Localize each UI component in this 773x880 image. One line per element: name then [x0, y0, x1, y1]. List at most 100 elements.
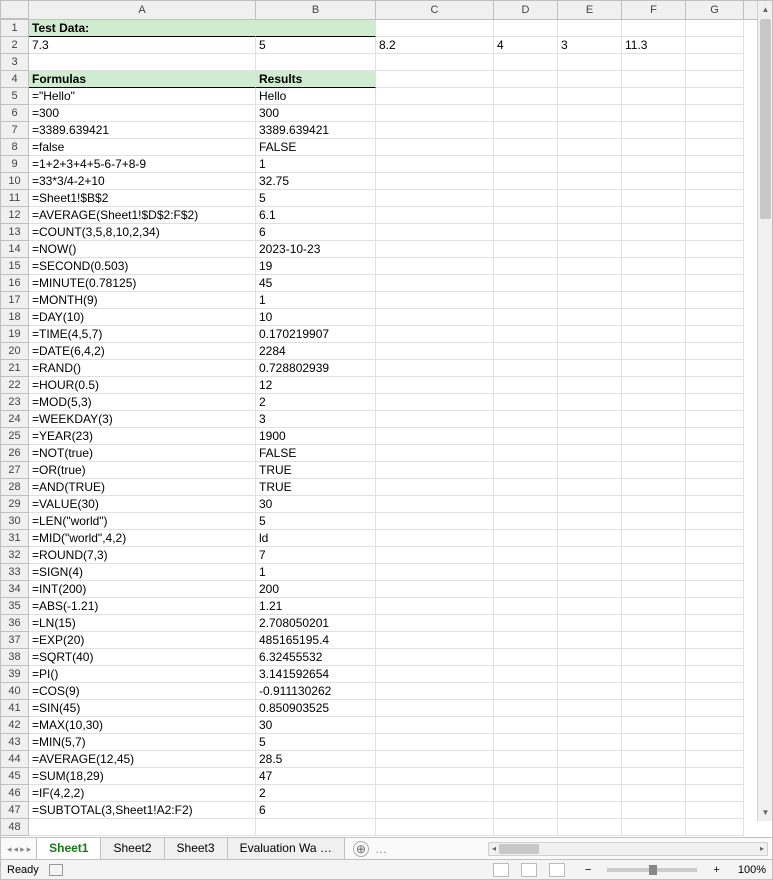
add-sheet-button[interactable]: ⊕ [353, 841, 369, 857]
cell-G42[interactable] [686, 717, 744, 734]
cell-D18[interactable] [494, 309, 558, 326]
cell-B7[interactable]: 3389.639421 [256, 122, 376, 139]
cell-E9[interactable] [558, 156, 622, 173]
cell-B17[interactable]: 1 [256, 292, 376, 309]
cell-F24[interactable] [622, 411, 686, 428]
more-tabs-icon[interactable]: … [375, 842, 387, 856]
row-header-42[interactable]: 42 [1, 717, 29, 734]
cell-B44[interactable]: 28.5 [256, 751, 376, 768]
row-header-3[interactable]: 3 [1, 54, 29, 71]
cell-D16[interactable] [494, 275, 558, 292]
cell-A40[interactable]: =COS(9) [29, 683, 256, 700]
row-header-2[interactable]: 2 [1, 37, 29, 54]
cell-A37[interactable]: =EXP(20) [29, 632, 256, 649]
cell-A31[interactable]: =MID("world",4,2) [29, 530, 256, 547]
cell-E44[interactable] [558, 751, 622, 768]
row-header-19[interactable]: 19 [1, 326, 29, 343]
cell-F7[interactable] [622, 122, 686, 139]
cell-B33[interactable]: 1 [256, 564, 376, 581]
cell-A8[interactable]: =false [29, 139, 256, 156]
cell-E39[interactable] [558, 666, 622, 683]
cell-C20[interactable] [376, 343, 494, 360]
cell-E16[interactable] [558, 275, 622, 292]
cell-A5[interactable]: ="Hello" [29, 88, 256, 105]
cell-G16[interactable] [686, 275, 744, 292]
cell-D9[interactable] [494, 156, 558, 173]
cell-C1[interactable] [376, 20, 494, 37]
cell-E3[interactable] [558, 54, 622, 71]
cell-G10[interactable] [686, 173, 744, 190]
zoom-slider-knob[interactable] [649, 865, 657, 875]
cell-F30[interactable] [622, 513, 686, 530]
cell-G21[interactable] [686, 360, 744, 377]
cell-B26[interactable]: FALSE [256, 445, 376, 462]
cell-F27[interactable] [622, 462, 686, 479]
cell-A12[interactable]: =AVERAGE(Sheet1!$D$2:F$2) [29, 207, 256, 224]
cell-D23[interactable] [494, 394, 558, 411]
cell-F21[interactable] [622, 360, 686, 377]
cell-D39[interactable] [494, 666, 558, 683]
cell-A21[interactable]: =RAND() [29, 360, 256, 377]
view-page-layout-button[interactable] [521, 863, 537, 877]
cell-D47[interactable] [494, 802, 558, 819]
cell-G38[interactable] [686, 649, 744, 666]
cell-F22[interactable] [622, 377, 686, 394]
cell-F46[interactable] [622, 785, 686, 802]
row-header-15[interactable]: 15 [1, 258, 29, 275]
cell-G5[interactable] [686, 88, 744, 105]
row-header-10[interactable]: 10 [1, 173, 29, 190]
cell-D12[interactable] [494, 207, 558, 224]
cell-E41[interactable] [558, 700, 622, 717]
cell-E21[interactable] [558, 360, 622, 377]
cell-B47[interactable]: 6 [256, 802, 376, 819]
cell-D36[interactable] [494, 615, 558, 632]
cell-D5[interactable] [494, 88, 558, 105]
cell-C28[interactable] [376, 479, 494, 496]
cell-G19[interactable] [686, 326, 744, 343]
cell-E18[interactable] [558, 309, 622, 326]
cell-B5[interactable]: Hello [256, 88, 376, 105]
cell-A38[interactable]: =SQRT(40) [29, 649, 256, 666]
cell-G39[interactable] [686, 666, 744, 683]
cell-E20[interactable] [558, 343, 622, 360]
cell-G41[interactable] [686, 700, 744, 717]
cell-A46[interactable]: =IF(4,2,2) [29, 785, 256, 802]
cell-B12[interactable]: 6.1 [256, 207, 376, 224]
cell-F10[interactable] [622, 173, 686, 190]
cell-A44[interactable]: =AVERAGE(12,45) [29, 751, 256, 768]
cell-C48[interactable] [376, 819, 494, 836]
cell-C45[interactable] [376, 768, 494, 785]
cell-E38[interactable] [558, 649, 622, 666]
row-header-14[interactable]: 14 [1, 241, 29, 258]
row-header-47[interactable]: 47 [1, 802, 29, 819]
cell-G36[interactable] [686, 615, 744, 632]
cell-F45[interactable] [622, 768, 686, 785]
cell-F34[interactable] [622, 581, 686, 598]
cell-F20[interactable] [622, 343, 686, 360]
cell-E10[interactable] [558, 173, 622, 190]
cell-C35[interactable] [376, 598, 494, 615]
cell-F13[interactable] [622, 224, 686, 241]
cell-D46[interactable] [494, 785, 558, 802]
column-header-F[interactable]: F [622, 1, 686, 19]
cell-E22[interactable] [558, 377, 622, 394]
cell-E12[interactable] [558, 207, 622, 224]
cell-C13[interactable] [376, 224, 494, 241]
cell-G27[interactable] [686, 462, 744, 479]
row-header-23[interactable]: 23 [1, 394, 29, 411]
sheet-tab-sheet3[interactable]: Sheet3 [164, 838, 228, 860]
cell-C27[interactable] [376, 462, 494, 479]
scroll-up-icon[interactable]: ▲ [761, 5, 770, 14]
row-header-39[interactable]: 39 [1, 666, 29, 683]
row-header-31[interactable]: 31 [1, 530, 29, 547]
cell-C15[interactable] [376, 258, 494, 275]
cell-A27[interactable]: =OR(true) [29, 462, 256, 479]
cell-D3[interactable] [494, 54, 558, 71]
cell-E7[interactable] [558, 122, 622, 139]
cell-E15[interactable] [558, 258, 622, 275]
cell-E17[interactable] [558, 292, 622, 309]
row-header-20[interactable]: 20 [1, 343, 29, 360]
cell-E1[interactable] [558, 20, 622, 37]
cell-D28[interactable] [494, 479, 558, 496]
cell-B13[interactable]: 6 [256, 224, 376, 241]
